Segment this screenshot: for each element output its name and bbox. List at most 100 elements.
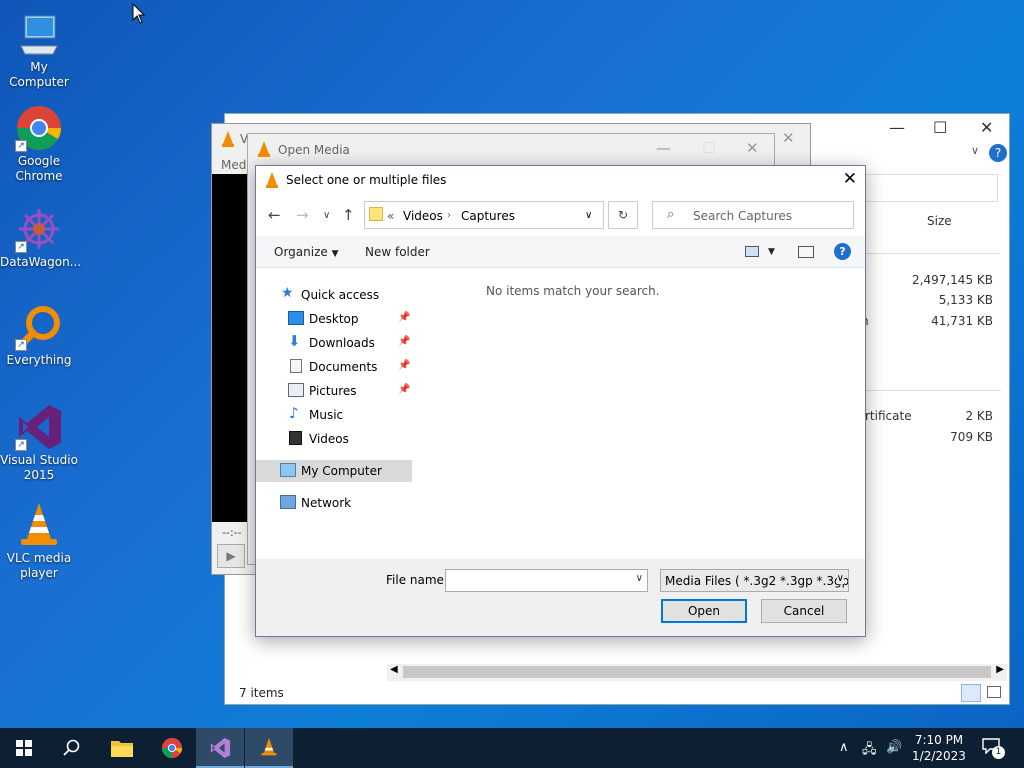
play-button[interactable]: ▶ xyxy=(217,544,245,568)
taskbar-file-explorer[interactable] xyxy=(98,728,146,768)
breadcrumb-captures[interactable]: Captures xyxy=(461,209,515,223)
nav-music[interactable]: ♪ Music xyxy=(256,404,412,426)
chevron-down-icon[interactable]: ∨ xyxy=(971,144,979,157)
nav-label: My Computer xyxy=(301,464,382,478)
desktop-icon-vlc[interactable]: VLC media player xyxy=(0,501,78,581)
scroll-right-icon[interactable]: ▶ xyxy=(996,664,1004,675)
breadcrumb-videos[interactable]: Videos xyxy=(403,209,443,223)
start-button[interactable] xyxy=(0,728,48,768)
view-dropdown-arrow-icon[interactable]: ▼ xyxy=(768,247,775,257)
vlc-menu-media[interactable]: Medi xyxy=(221,158,250,172)
file-size: 2,497,145 KB xyxy=(912,273,993,287)
nav-videos[interactable]: Videos xyxy=(256,428,412,450)
chevron-down-icon: ∨ xyxy=(836,573,844,584)
visual-studio-icon: ↗ xyxy=(15,403,63,451)
change-view-icon[interactable] xyxy=(745,246,759,257)
close-icon[interactable]: ✕ xyxy=(746,139,759,157)
scroll-left-icon[interactable]: ◀ xyxy=(390,664,398,675)
desktop-icon-visual-studio[interactable]: ↗ Visual Studio 2015 xyxy=(0,403,78,483)
datawagon-icon: ↗ xyxy=(15,205,63,253)
preview-pane-icon[interactable] xyxy=(798,246,814,258)
horizontal-scrollbar[interactable]: ◀ ▶ xyxy=(387,664,1007,681)
desktop-icon-google-chrome[interactable]: ↗ Google Chrome xyxy=(0,104,78,184)
search-icon: ⌕ xyxy=(667,207,675,222)
navigation-pane: ★ Quick access Desktop 📌 ⬇ Downloads 📌 D… xyxy=(256,272,416,562)
taskbar-vlc[interactable] xyxy=(245,728,293,768)
recent-locations-chevron-icon[interactable]: ∨ xyxy=(323,210,330,221)
pin-icon: 📌 xyxy=(398,336,411,347)
file-size: 709 KB xyxy=(950,430,993,444)
nav-my-computer[interactable]: My Computer xyxy=(256,460,412,482)
network-status-icon[interactable]: 🖧 xyxy=(862,740,877,762)
taskbar-chrome[interactable] xyxy=(148,728,196,768)
file-open-dialog: Select one or multiple files ✕ ← → ∨ ↑ «… xyxy=(255,165,866,637)
close-icon[interactable]: ✕ xyxy=(980,118,993,137)
chevron-down-icon[interactable]: ∨ xyxy=(585,210,592,221)
file-type-value: Media Files ( *.3g2 *.3gp *.3gp2 xyxy=(665,574,849,588)
notification-count-badge: 1 xyxy=(992,746,1005,759)
minimize-icon[interactable]: — xyxy=(889,118,905,137)
taskbar: ∧ 🖧 🔊 7:10 PM 1/2/2023 1 xyxy=(0,728,1024,768)
details-view-icon[interactable] xyxy=(961,684,981,702)
nav-label: Documents xyxy=(309,360,378,374)
divider xyxy=(865,253,1001,254)
tray-chevron-up-icon[interactable]: ∧ xyxy=(839,740,849,755)
action-center-button[interactable]: 1 xyxy=(982,738,1006,759)
nav-label: Pictures xyxy=(309,384,357,398)
search-input[interactable]: ⌕ Search Captures xyxy=(652,201,854,229)
file-size: 2 KB xyxy=(965,409,993,423)
star-icon: ★ xyxy=(281,285,294,301)
taskbar-clock[interactable]: 7:10 PM 1/2/2023 xyxy=(906,732,972,764)
back-arrow-icon[interactable]: ← xyxy=(268,206,281,224)
nav-pictures[interactable]: Pictures 📌 xyxy=(256,380,412,402)
desktop-icon-everything[interactable]: ↗ Everything xyxy=(0,303,78,368)
close-icon[interactable]: ✕ xyxy=(843,169,857,189)
nav-downloads[interactable]: ⬇ Downloads 📌 xyxy=(256,332,412,354)
help-icon[interactable]: ? xyxy=(834,243,851,260)
help-icon[interactable]: ? xyxy=(989,144,1007,162)
mouse-cursor-icon xyxy=(132,3,146,24)
organize-button[interactable]: Organize ▼ xyxy=(274,245,339,259)
refresh-icon: ↻ xyxy=(617,208,629,222)
pin-icon: 📌 xyxy=(398,384,411,395)
computer-icon xyxy=(280,463,296,477)
nav-documents[interactable]: Documents 📌 xyxy=(256,356,412,378)
status-item-count: 7 items xyxy=(239,686,284,700)
pin-icon: 📌 xyxy=(398,312,411,323)
nav-network[interactable]: Network xyxy=(256,492,412,514)
nav-quick-access[interactable]: ★ Quick access xyxy=(256,284,412,306)
file-type-select[interactable]: Media Files ( *.3g2 *.3gp *.3gp2 ∨ xyxy=(660,569,849,592)
open-button[interactable]: Open xyxy=(661,599,747,623)
up-arrow-icon[interactable]: ↑ xyxy=(342,206,355,224)
dropdown-arrow-icon: ▼ xyxy=(331,249,339,259)
chevron-down-icon[interactable]: ∨ xyxy=(636,573,643,584)
explorer-search-box[interactable] xyxy=(865,174,998,202)
open-media-title: Open Media xyxy=(278,143,350,157)
size-column-header[interactable]: Size xyxy=(927,214,952,228)
nav-desktop[interactable]: Desktop 📌 xyxy=(256,308,412,330)
search-placeholder: Search Captures xyxy=(693,209,793,223)
command-bar: Organize ▼ New folder ▼ ? xyxy=(256,236,865,268)
large-icons-view-icon[interactable] xyxy=(987,686,1001,698)
taskbar-visual-studio[interactable] xyxy=(196,728,244,768)
scrollbar-thumb[interactable] xyxy=(403,666,991,678)
desktop-icon-datawagon[interactable]: ↗ DataWagon... xyxy=(0,205,81,270)
breadcrumb-separator-icon: › xyxy=(447,210,451,221)
address-bar[interactable]: « Videos › Captures ∨ xyxy=(364,201,604,229)
maximize-icon[interactable]: ☐ xyxy=(933,118,947,137)
volume-icon[interactable]: 🔊 xyxy=(886,740,902,755)
taskbar-search-button[interactable] xyxy=(48,728,96,768)
file-name-input[interactable]: ∨ xyxy=(445,569,648,592)
music-note-icon: ♪ xyxy=(289,404,299,422)
nav-label: Videos xyxy=(309,432,349,446)
dialog-title: Select one or multiple files xyxy=(286,173,447,187)
desktop-icon-my-computer[interactable]: My Computer xyxy=(0,10,78,90)
minimize-icon[interactable]: — xyxy=(656,139,671,157)
close-icon[interactable]: ✕ xyxy=(782,129,795,147)
refresh-button[interactable]: ↻ xyxy=(608,201,638,229)
dialog-footer: File name: ∨ Media Files ( *.3g2 *.3gp *… xyxy=(256,559,865,636)
cancel-button[interactable]: Cancel xyxy=(761,599,847,623)
film-strip-icon xyxy=(289,431,302,445)
vlc-cone-icon xyxy=(258,141,270,157)
new-folder-button[interactable]: New folder xyxy=(365,245,430,259)
